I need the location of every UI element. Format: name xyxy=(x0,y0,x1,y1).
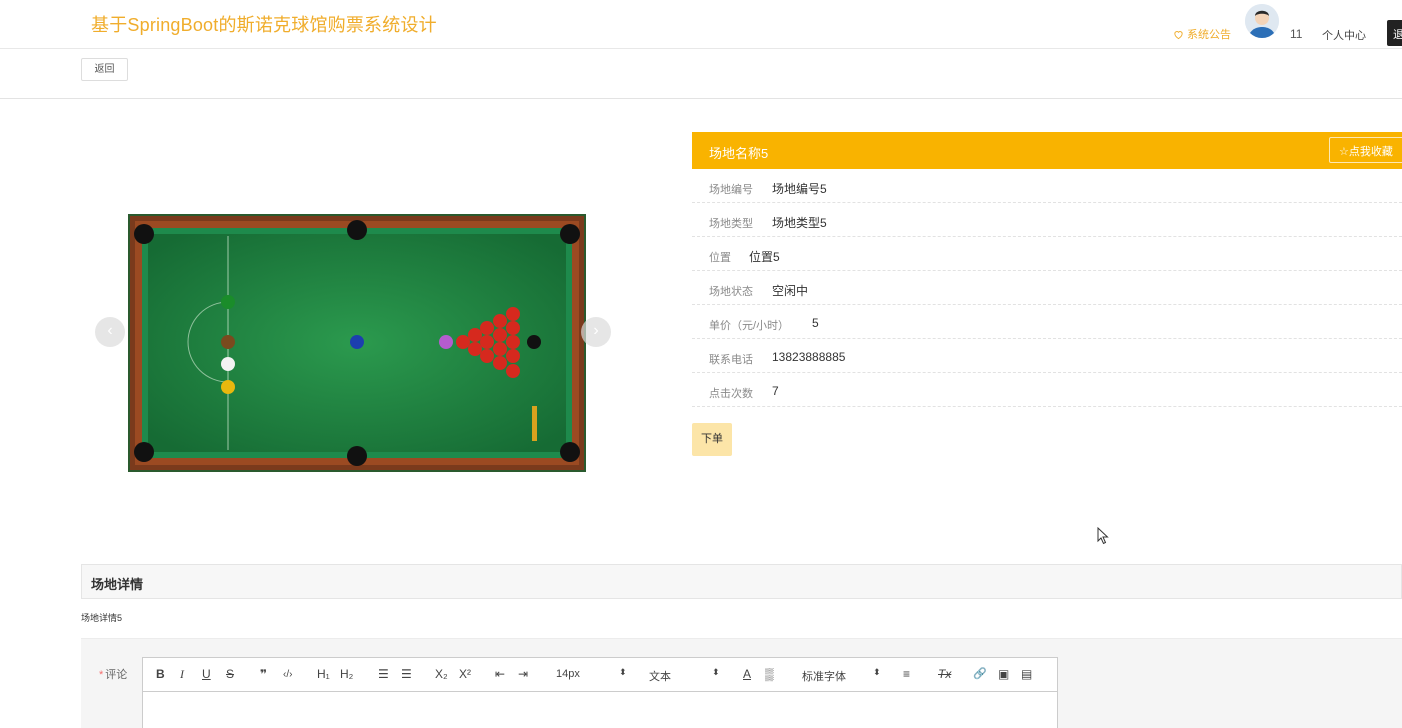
chevron-updown-icon: ⬍ xyxy=(619,667,627,677)
superscript-button[interactable]: X² xyxy=(459,667,471,681)
mouse-cursor-icon xyxy=(1097,527,1109,545)
snooker-table-image xyxy=(128,214,586,472)
info-row-venue-type: 场地类型 场地类型5 xyxy=(692,203,1402,237)
header-select[interactable]: 文本 xyxy=(649,668,671,684)
field-label: 位置 xyxy=(709,252,731,264)
top-header: 基于SpringBoot的斯诺克球馆购票系统设计 系统公告 11 个人中心 退 xyxy=(0,0,1402,49)
text-color-icon[interactable]: A xyxy=(743,667,751,681)
strike-button[interactable]: S xyxy=(226,667,234,681)
chevron-updown-icon: ⬍ xyxy=(873,667,881,677)
panel-header: 场地名称5 ☆点我收藏 xyxy=(692,132,1402,169)
info-row-clicks: 点击次数 7 xyxy=(692,373,1402,407)
field-label: 联系电话 xyxy=(709,354,753,366)
heart-icon xyxy=(1174,30,1183,39)
info-row-phone: 联系电话 13823888885 xyxy=(692,339,1402,373)
quote-icon[interactable]: ❞ xyxy=(260,667,267,681)
field-label: 点击次数 xyxy=(709,388,753,400)
back-button[interactable]: 返回 xyxy=(81,58,128,81)
info-row-price: 单价（元/小时） 5 xyxy=(692,305,1402,339)
user-avatar[interactable] xyxy=(1245,4,1279,38)
font-size-select[interactable]: 14px xyxy=(556,668,580,680)
italic-button[interactable]: I xyxy=(180,667,184,682)
clear-format-icon[interactable]: Tx xyxy=(938,667,951,681)
field-value: 空闲中 xyxy=(772,284,809,298)
image-icon[interactable]: ▣ xyxy=(998,667,1009,681)
comment-label-text: 评论 xyxy=(105,669,128,681)
link-icon[interactable]: 🔗 xyxy=(973,667,987,680)
video-icon[interactable]: ▤ xyxy=(1021,667,1032,681)
detail-section-header: 场地详情 xyxy=(81,564,1402,599)
editor-toolbar: B I U S ❞ ‹/› H₁ H₂ ☰ ☰ X₂ X² ⇤ ⇥ 14px ⬍… xyxy=(143,658,1057,692)
venue-name: 场地名称5 xyxy=(709,146,769,161)
chevron-updown-icon: ⬍ xyxy=(712,667,720,677)
favorite-button[interactable]: ☆点我收藏 xyxy=(1329,137,1402,163)
info-row-venue-number: 场地编号 场地编号5 xyxy=(692,169,1402,203)
field-label: 场地状态 xyxy=(709,286,753,298)
info-row-location: 位置 位置5 xyxy=(692,237,1402,271)
field-value: 位置5 xyxy=(749,250,780,264)
back-bar: 返回 xyxy=(0,49,1402,99)
comment-label: * 评论 xyxy=(99,666,127,682)
indent-icon[interactable]: ⇥ xyxy=(518,667,528,681)
align-icon[interactable]: ≡ xyxy=(903,667,910,681)
ordered-list-icon[interactable]: ☰ xyxy=(378,667,389,681)
venue-info-panel: 场地名称5 ☆点我收藏 场地编号 场地编号5 场地类型 场地类型5 位置 位置5… xyxy=(692,132,1402,456)
field-label: 场地编号 xyxy=(709,184,753,196)
field-value: 场地编号5 xyxy=(772,182,827,196)
detail-heading: 场地详情 xyxy=(91,577,144,592)
site-title[interactable]: 基于SpringBoot的斯诺克球馆购票系统设计 xyxy=(91,11,437,37)
field-label: 场地类型 xyxy=(709,218,753,230)
subscript-button[interactable]: X₂ xyxy=(435,667,448,681)
carousel-prev-button[interactable]: ‹ xyxy=(95,317,125,347)
background-color-icon[interactable]: ▒ xyxy=(765,667,774,681)
bold-button[interactable]: B xyxy=(156,667,165,681)
field-value: 13823888885 xyxy=(772,350,846,364)
system-notice-link[interactable]: 系统公告 xyxy=(1173,26,1231,42)
font-family-select[interactable]: 标准字体 xyxy=(802,668,846,684)
required-mark: * xyxy=(99,669,104,681)
underline-button[interactable]: U xyxy=(202,667,211,681)
field-label: 单价（元/小时） xyxy=(709,320,790,332)
h2-button[interactable]: H₂ xyxy=(340,667,353,681)
order-button[interactable]: 下单 xyxy=(692,423,732,456)
image-carousel: ‹ › xyxy=(95,200,611,480)
code-icon[interactable]: ‹/› xyxy=(283,669,292,680)
field-value: 7 xyxy=(772,384,779,398)
detail-content: 场地详情5 xyxy=(81,613,123,623)
info-row-status: 场地状态 空闲中 xyxy=(692,271,1402,305)
bullet-list-icon[interactable]: ☰ xyxy=(401,667,412,681)
personal-center-link[interactable]: 个人中心 xyxy=(1322,27,1366,43)
outdent-icon[interactable]: ⇤ xyxy=(495,667,505,681)
logout-button[interactable]: 退 xyxy=(1387,20,1402,46)
carousel-next-button[interactable]: › xyxy=(581,317,611,347)
notice-label[interactable]: 系统公告 xyxy=(1187,26,1231,42)
h1-button[interactable]: H₁ xyxy=(317,667,330,681)
field-value: 场地类型5 xyxy=(772,216,827,230)
field-value: 5 xyxy=(812,316,819,330)
user-count: 11 xyxy=(1290,27,1303,41)
user-avatar-image xyxy=(1245,4,1279,38)
comment-editor[interactable]: B I U S ❞ ‹/› H₁ H₂ ☰ ☰ X₂ X² ⇤ ⇥ 14px ⬍… xyxy=(142,657,1058,728)
